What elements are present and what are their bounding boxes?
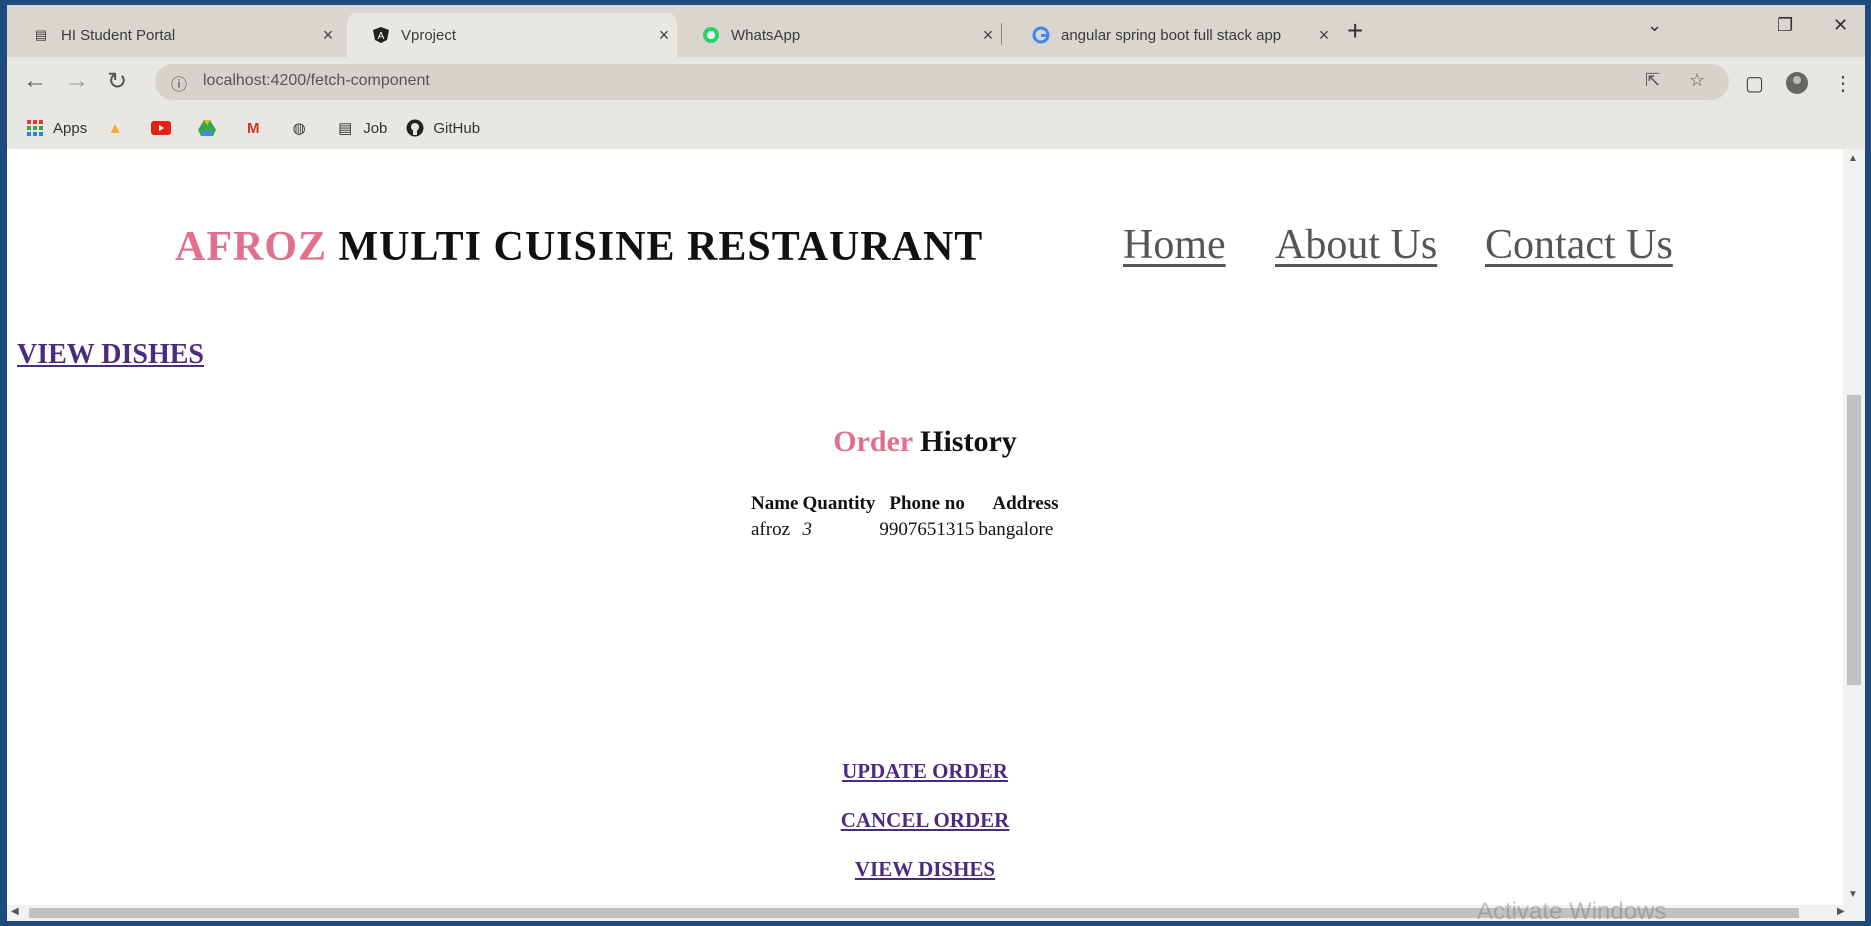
browser-toolbar: ← → ↻ ⓘ localhost:4200/fetch-component ⇱… bbox=[7, 57, 1865, 107]
google-icon bbox=[1031, 25, 1051, 45]
cell-phone: 9907651315 bbox=[879, 519, 975, 540]
bookmark-globe[interactable]: ◍ bbox=[289, 118, 317, 138]
column-header-name: Name bbox=[751, 493, 799, 514]
cell-name: afroz bbox=[751, 519, 791, 540]
bookmark-github[interactable]: GitHub bbox=[405, 118, 480, 138]
browser-window: ▤ HI Student Portal × A Vproject × Whats… bbox=[7, 5, 1865, 921]
github-icon bbox=[405, 118, 425, 138]
nav-about-link[interactable]: About Us bbox=[1275, 221, 1437, 269]
bookmarks-bar: Apps ▲ M ◍ ▤ Job GitHub bbox=[7, 107, 1865, 149]
view-dishes-link-bottom[interactable]: VIEW DISHES bbox=[7, 857, 1843, 882]
brand-title: AFROZ MULTI CUISINE RESTAURANT bbox=[175, 223, 983, 271]
bookmark-drive[interactable]: ▲ bbox=[105, 118, 133, 138]
youtube-icon bbox=[151, 118, 172, 138]
tab-title: HI Student Portal bbox=[61, 26, 176, 44]
cell-quantity: 3 bbox=[802, 519, 812, 540]
tab-google-search[interactable]: angular spring boot full stack app × bbox=[1007, 13, 1337, 57]
apps-grid-icon bbox=[25, 118, 45, 138]
view-dishes-link-top[interactable]: VIEW DISHES bbox=[17, 339, 204, 371]
close-icon[interactable]: × bbox=[651, 25, 677, 46]
page-title: Order History bbox=[7, 425, 1843, 459]
bookmark-star-icon[interactable]: ☆ bbox=[1689, 70, 1705, 91]
back-arrow-icon[interactable]: ← bbox=[23, 67, 47, 95]
scroll-up-arrow-icon[interactable]: ▲ bbox=[1848, 153, 1858, 164]
bookmark-gmail[interactable]: M bbox=[243, 118, 271, 138]
order-history-table: Name Quantity Phone no Address afroz 3 9… bbox=[751, 491, 1063, 543]
avatar[interactable] bbox=[1785, 71, 1809, 101]
bookmark-google-drive[interactable] bbox=[197, 118, 225, 138]
tab-strip: ▤ HI Student Portal × A Vproject × Whats… bbox=[7, 5, 1865, 57]
update-order-link[interactable]: UPDATE ORDER bbox=[7, 759, 1843, 784]
menu-kebab-icon[interactable]: ⋮ bbox=[1833, 71, 1853, 96]
reload-icon[interactable]: ↻ bbox=[107, 67, 127, 96]
tab-whatsapp[interactable]: WhatsApp × bbox=[677, 13, 1001, 57]
svg-text:A: A bbox=[378, 31, 385, 42]
page-content: AFROZ MULTI CUISINE RESTAURANT Home Abou… bbox=[7, 149, 1843, 905]
restore-window-icon[interactable]: ❐ bbox=[1777, 15, 1793, 36]
brand-accent: AFROZ bbox=[175, 224, 327, 270]
scroll-down-arrow-icon[interactable]: ▼ bbox=[1848, 889, 1858, 900]
whatsapp-icon bbox=[701, 25, 721, 45]
title-accent: Order bbox=[833, 425, 913, 458]
cancel-order-link[interactable]: CANCEL ORDER bbox=[7, 808, 1843, 833]
nav-contact-link[interactable]: Contact Us bbox=[1485, 221, 1673, 269]
vertical-scrollbar[interactable]: ▲ ▼ bbox=[1843, 149, 1865, 905]
angular-icon: A bbox=[371, 25, 391, 45]
tab-title: WhatsApp bbox=[731, 26, 801, 44]
tab-title: Vproject bbox=[401, 26, 457, 44]
new-tab-button[interactable]: + bbox=[1347, 15, 1363, 47]
bookmark-apps[interactable]: Apps bbox=[25, 118, 87, 138]
table-row: afroz 3 9907651315 bangalore bbox=[751, 517, 1063, 543]
tab-separator bbox=[1001, 23, 1002, 45]
bookmark-job[interactable]: ▤ Job bbox=[335, 118, 387, 138]
share-icon[interactable]: ⇱ bbox=[1645, 70, 1660, 91]
close-icon[interactable]: × bbox=[315, 25, 341, 46]
title-rest: History bbox=[912, 425, 1017, 458]
site-info-icon[interactable]: ⓘ bbox=[171, 71, 187, 95]
scroll-right-arrow-icon[interactable]: ▶ bbox=[1837, 906, 1845, 917]
globe-icon: ◍ bbox=[292, 120, 306, 137]
google-drive-icon bbox=[197, 118, 217, 138]
table-header-row: Name Quantity Phone no Address bbox=[751, 491, 1063, 517]
url-text[interactable]: localhost:4200/fetch-component bbox=[203, 72, 430, 90]
column-header-quantity: Quantity bbox=[802, 493, 876, 514]
job-icon: ▤ bbox=[338, 120, 353, 137]
tab-student-portal[interactable]: ▤ HI Student Portal × bbox=[7, 13, 341, 57]
brand-rest: MULTI CUISINE RESTAURANT bbox=[327, 224, 984, 270]
forward-arrow-icon[interactable]: → bbox=[65, 67, 89, 95]
drive-icon: ▲ bbox=[107, 119, 123, 137]
close-icon[interactable]: × bbox=[1311, 25, 1337, 46]
nav-home-link[interactable]: Home bbox=[1123, 221, 1226, 269]
column-header-address: Address bbox=[992, 493, 1059, 514]
portal-icon: ▤ bbox=[34, 27, 48, 42]
tab-vproject[interactable]: A Vproject × bbox=[347, 13, 677, 57]
close-window-icon[interactable]: ✕ bbox=[1833, 15, 1848, 36]
close-icon[interactable]: × bbox=[975, 25, 1001, 46]
tab-search-chevron-icon[interactable]: ⌄ bbox=[1647, 15, 1662, 36]
side-panel-icon[interactable]: ▢ bbox=[1745, 71, 1764, 96]
scroll-left-arrow-icon[interactable]: ◀ bbox=[11, 906, 19, 917]
gmail-icon: M bbox=[246, 119, 260, 137]
column-header-phone: Phone no bbox=[889, 493, 965, 514]
bookmark-youtube[interactable] bbox=[151, 118, 179, 138]
address-bar[interactable]: ⓘ localhost:4200/fetch-component ⇱ ☆ bbox=[155, 64, 1729, 100]
activate-windows-watermark: Activate Windows bbox=[1477, 898, 1667, 921]
tab-title: angular spring boot full stack app bbox=[1061, 26, 1282, 44]
cell-address: bangalore bbox=[978, 519, 1054, 540]
vertical-scroll-thumb[interactable] bbox=[1847, 395, 1861, 685]
